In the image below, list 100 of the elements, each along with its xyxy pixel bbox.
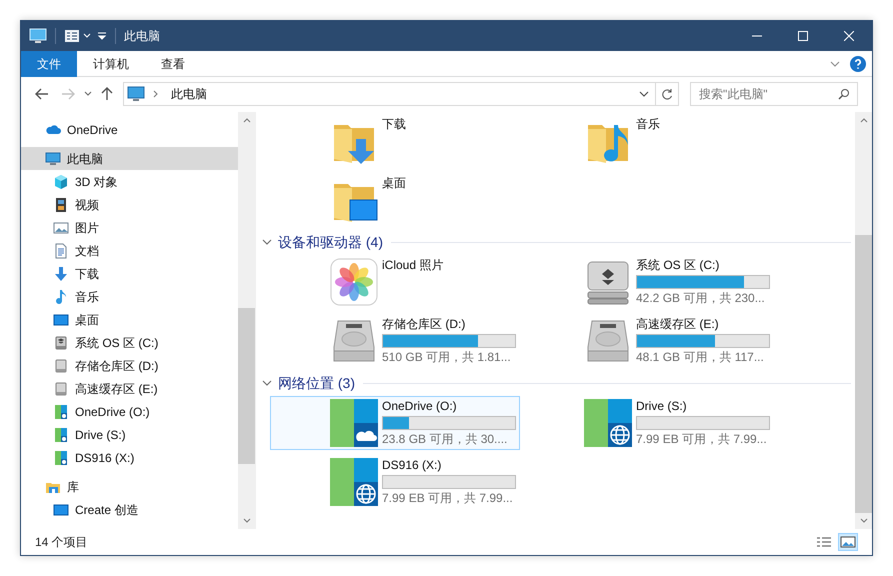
- drive-icon: [53, 334, 69, 350]
- section-toggle[interactable]: [262, 379, 272, 387]
- music-note-icon: [53, 288, 69, 304]
- window-title: 此电脑: [124, 28, 160, 45]
- monitor-icon: [45, 150, 61, 166]
- drive-tile[interactable]: 桌面: [270, 173, 520, 227]
- scroll-up-icon: [242, 118, 250, 123]
- sidebar-item[interactable]: OneDrive (O:): [21, 400, 238, 423]
- drive-name: 音乐: [636, 117, 660, 132]
- sidebar-item[interactable]: 3D 对象: [21, 170, 238, 193]
- back-arrow-icon[interactable]: [35, 88, 49, 100]
- drive-space: 23.8 GB 可用，共 30....: [382, 432, 508, 447]
- drive-tile[interactable]: iCloud 照片: [270, 255, 520, 309]
- section-toggle[interactable]: [262, 238, 272, 246]
- dropdown-caret-icon[interactable]: [639, 91, 649, 97]
- ribbon-tab[interactable]: 计算机: [77, 50, 145, 76]
- drive-name: 桌面: [382, 176, 406, 191]
- maximize-icon: [798, 31, 808, 41]
- sidebar-item[interactable]: 视频: [21, 193, 238, 216]
- customize-caret-icon[interactable]: [97, 32, 107, 40]
- address-path: 此电脑: [171, 86, 207, 103]
- drive-icon: [53, 358, 69, 374]
- section-header[interactable]: 设备和驱动器 (4): [278, 232, 383, 252]
- desktop-icon: [53, 502, 69, 518]
- network-drive-icon: [53, 426, 69, 442]
- scroll-up-icon: [860, 118, 868, 123]
- scroll-down-icon: [860, 518, 868, 523]
- desktop-icon: [53, 312, 69, 328]
- drive-name: 高速缓存区 (E:): [636, 317, 720, 332]
- search-icon: [838, 88, 850, 100]
- search-field[interactable]: 搜索"此电脑": [690, 82, 858, 106]
- section-header[interactable]: 网络位置 (3): [278, 372, 355, 394]
- sidebar-scrollbar[interactable]: [238, 112, 255, 529]
- drive-name: 下载: [382, 117, 406, 132]
- photos-app-icon: [330, 258, 378, 306]
- drive-space: 7.99 EB 可用，共 7.99...: [636, 432, 768, 447]
- sidebar-item[interactable]: 存储仓库区 (D:): [21, 354, 238, 377]
- drive-tile[interactable]: 下载: [270, 114, 520, 168]
- drive-space: 510 GB 可用，共 1.81...: [382, 350, 512, 365]
- network-drive-icon: [53, 450, 69, 466]
- drive-tile[interactable]: DS916 (X:) 7.99 EB 可用，共 7.99...: [270, 455, 520, 509]
- monitor-icon: [29, 28, 47, 44]
- document-icon: [53, 242, 69, 258]
- address-field[interactable]: 此电脑: [123, 82, 656, 106]
- file-menu-button[interactable]: 文件: [21, 50, 77, 76]
- sidebar-item[interactable]: 系统 OS 区 (C:): [21, 331, 238, 354]
- scrollbar-thumb[interactable]: [238, 308, 255, 464]
- details-view-icon: [816, 536, 832, 548]
- sidebar-item[interactable]: 库: [21, 475, 238, 498]
- chevron-down-icon: [262, 238, 272, 246]
- drive-icon: [53, 380, 69, 396]
- chevron-down-icon: [262, 379, 272, 387]
- scrollbar-thumb[interactable]: [855, 235, 872, 513]
- monitor-icon: [127, 86, 145, 102]
- sidebar-item[interactable]: 文档: [21, 239, 238, 262]
- drive-name: DS916 (X:): [382, 458, 442, 473]
- tiles-view-button[interactable]: [838, 533, 858, 551]
- sidebar-item[interactable]: 图片: [21, 216, 238, 239]
- chevron-right-icon: [153, 90, 159, 98]
- up-arrow-icon[interactable]: [101, 87, 113, 101]
- drive-tile[interactable]: 音乐: [524, 114, 774, 168]
- properties-icon[interactable]: [64, 29, 80, 43]
- ribbon-tab[interactable]: 查看: [145, 50, 201, 76]
- drive-name: 存储仓库区 (D:): [382, 317, 466, 332]
- drive-name: Drive (S:): [636, 399, 688, 414]
- caret-down-icon[interactable]: [83, 33, 91, 39]
- sidebar-item[interactable]: DS916 (X:): [21, 446, 238, 469]
- sidebar-item[interactable]: 此电脑: [21, 147, 238, 170]
- drive-space: 42.2 GB 可用，共 230...: [636, 291, 766, 306]
- sidebar-item[interactable]: OneDrive: [21, 118, 238, 141]
- scroll-down-icon: [242, 518, 250, 523]
- drive-tile[interactable]: Drive (S:) 7.99 EB 可用，共 7.99...: [524, 396, 774, 450]
- item-count: 14 个项目: [35, 534, 88, 551]
- film-icon: [53, 196, 69, 212]
- sidebar-item[interactable]: Drive (S:): [21, 423, 238, 446]
- drive-space: 7.99 EB 可用，共 7.99...: [382, 491, 514, 506]
- drive-tile[interactable]: 高速缓存区 (E:) 48.1 GB 可用，共 117...: [524, 314, 774, 368]
- sidebar-item[interactable]: Create 创造: [21, 498, 238, 521]
- close-icon: [844, 31, 854, 41]
- content-scrollbar[interactable]: [855, 112, 872, 529]
- cube-icon: [53, 174, 69, 190]
- refresh-button[interactable]: [656, 82, 679, 106]
- sidebar-item[interactable]: 高速缓存区 (E:): [21, 377, 238, 400]
- help-icon[interactable]: [850, 56, 866, 72]
- recent-caret-icon[interactable]: [84, 91, 92, 97]
- picture-icon: [53, 220, 69, 236]
- sidebar-item[interactable]: 桌面: [21, 308, 238, 331]
- drive-tile[interactable]: 存储仓库区 (D:) 510 GB 可用，共 1.81...: [270, 314, 520, 368]
- large-icons-view-icon: [840, 536, 856, 548]
- refresh-icon: [661, 88, 673, 100]
- sidebar-item[interactable]: 下载: [21, 262, 238, 285]
- sidebar-item[interactable]: 音乐: [21, 285, 238, 308]
- network-drive-icon: [584, 399, 632, 447]
- drive-name: iCloud 照片: [382, 258, 444, 273]
- chevron-down-icon[interactable]: [830, 60, 840, 66]
- drive-name: OneDrive (O:): [382, 399, 458, 414]
- drive-space: 48.1 GB 可用，共 117...: [636, 350, 765, 365]
- drive-tile[interactable]: OneDrive (O:) 23.8 GB 可用，共 30....: [270, 396, 520, 450]
- drive-tile[interactable]: 系统 OS 区 (C:) 42.2 GB 可用，共 230...: [524, 255, 774, 309]
- down-arrow-icon: [53, 266, 69, 282]
